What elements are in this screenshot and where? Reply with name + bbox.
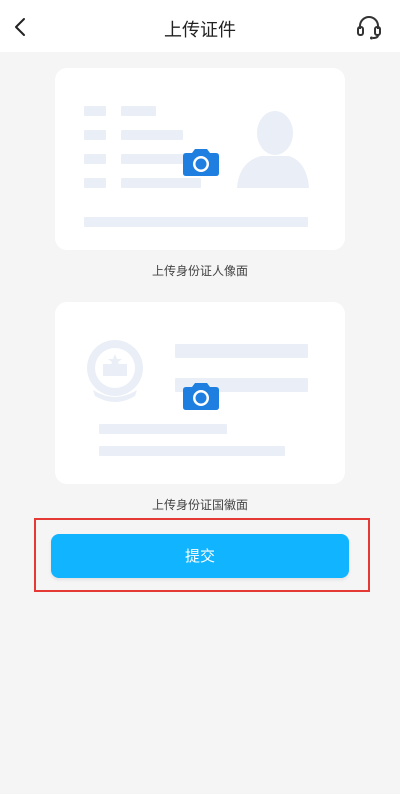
headset-icon — [357, 16, 381, 40]
placeholder-line — [99, 446, 285, 456]
placeholder-line — [121, 106, 156, 116]
placeholder-label — [84, 106, 106, 116]
page-title: 上传证件 — [164, 20, 236, 41]
id-back-upload-card[interactable] — [55, 302, 345, 484]
placeholder-label — [84, 130, 106, 140]
id-front-label: 上传身份证人像面 — [151, 264, 248, 278]
submit-button[interactable]: 提交 — [51, 534, 349, 578]
app-header: 上传证件 — [0, 0, 400, 52]
placeholder-line — [121, 154, 183, 164]
placeholder-label — [84, 154, 106, 164]
camera-icon[interactable] — [183, 380, 219, 410]
id-back-label: 上传身份证国徽面 — [151, 498, 248, 512]
customer-service-button[interactable] — [354, 12, 384, 42]
portrait-silhouette-icon — [237, 111, 309, 188]
placeholder-label — [84, 178, 106, 188]
placeholder-line — [121, 178, 201, 188]
national-emblem-icon — [87, 340, 143, 402]
placeholder-line — [99, 424, 227, 434]
placeholder-line — [84, 217, 308, 227]
placeholder-line — [175, 344, 308, 358]
camera-icon[interactable] — [183, 146, 219, 176]
id-front-upload-card[interactable] — [55, 68, 345, 250]
placeholder-line — [121, 130, 183, 140]
